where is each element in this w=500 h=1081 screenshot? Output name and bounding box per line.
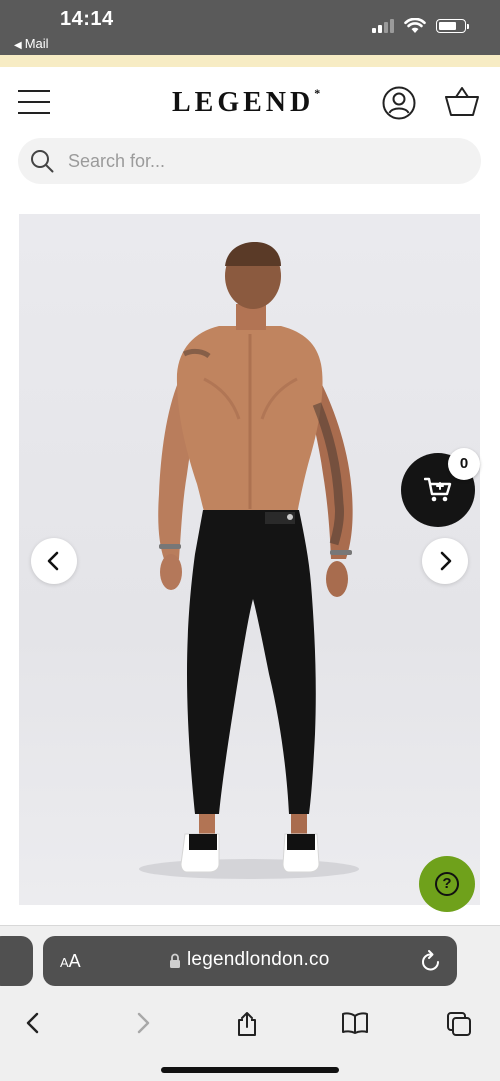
account-icon[interactable] (382, 86, 416, 120)
browser-forward-button[interactable] (122, 1003, 162, 1043)
forward-arrow-icon (137, 1012, 150, 1034)
chevron-left-icon (47, 551, 59, 571)
cart-count-badge: 0 (448, 448, 480, 480)
search-icon[interactable] (30, 149, 54, 173)
battery-icon (436, 19, 469, 33)
cellular-signal-icon (372, 19, 394, 33)
wifi-icon (404, 18, 426, 33)
site-logo[interactable]: LEGEND* (172, 86, 320, 119)
browser-bottom-bar: AA legendlondon.co (0, 925, 500, 1081)
share-icon (238, 1012, 256, 1036)
back-arrow-icon: ◀ (14, 40, 22, 51)
address-bar[interactable]: AA legendlondon.co (43, 936, 457, 986)
basket-icon[interactable] (445, 86, 479, 118)
book-icon (342, 1012, 368, 1034)
site-header: LEGEND* (0, 67, 500, 137)
back-to-mail-link[interactable]: ◀ Mail (14, 36, 49, 51)
lock-icon (170, 953, 180, 968)
chevron-right-icon (440, 551, 452, 571)
share-button[interactable] (227, 1003, 267, 1043)
product-image[interactable] (19, 214, 480, 905)
product-model-image (139, 242, 359, 879)
text-size-button[interactable]: AA (60, 951, 81, 972)
carousel-next-button[interactable] (422, 538, 468, 584)
previous-tab-pill[interactable] (0, 936, 33, 986)
search-input[interactable] (68, 138, 458, 184)
menu-icon[interactable] (18, 90, 50, 114)
browser-back-button[interactable] (14, 1003, 54, 1043)
help-button[interactable]: ? (419, 856, 475, 912)
help-icon: ? (435, 872, 459, 896)
status-bar: 14:14 ◀ Mail (0, 0, 500, 55)
shopping-cart-icon (424, 477, 452, 502)
back-to-mail-label: Mail (24, 36, 49, 51)
status-icons (372, 18, 469, 34)
search-bar (18, 138, 481, 184)
back-arrow-icon (26, 1012, 39, 1034)
url-text: legendlondon.co (187, 949, 330, 970)
reload-icon[interactable] (420, 949, 442, 973)
status-time: 14:14 (60, 8, 114, 30)
tabs-button[interactable] (438, 1003, 478, 1043)
home-indicator (161, 1067, 339, 1073)
browser-toolbar (0, 1003, 500, 1043)
promo-strip (0, 55, 500, 67)
tabs-icon (447, 1012, 471, 1036)
bookmarks-button[interactable] (333, 1003, 373, 1043)
carousel-prev-button[interactable] (31, 538, 77, 584)
